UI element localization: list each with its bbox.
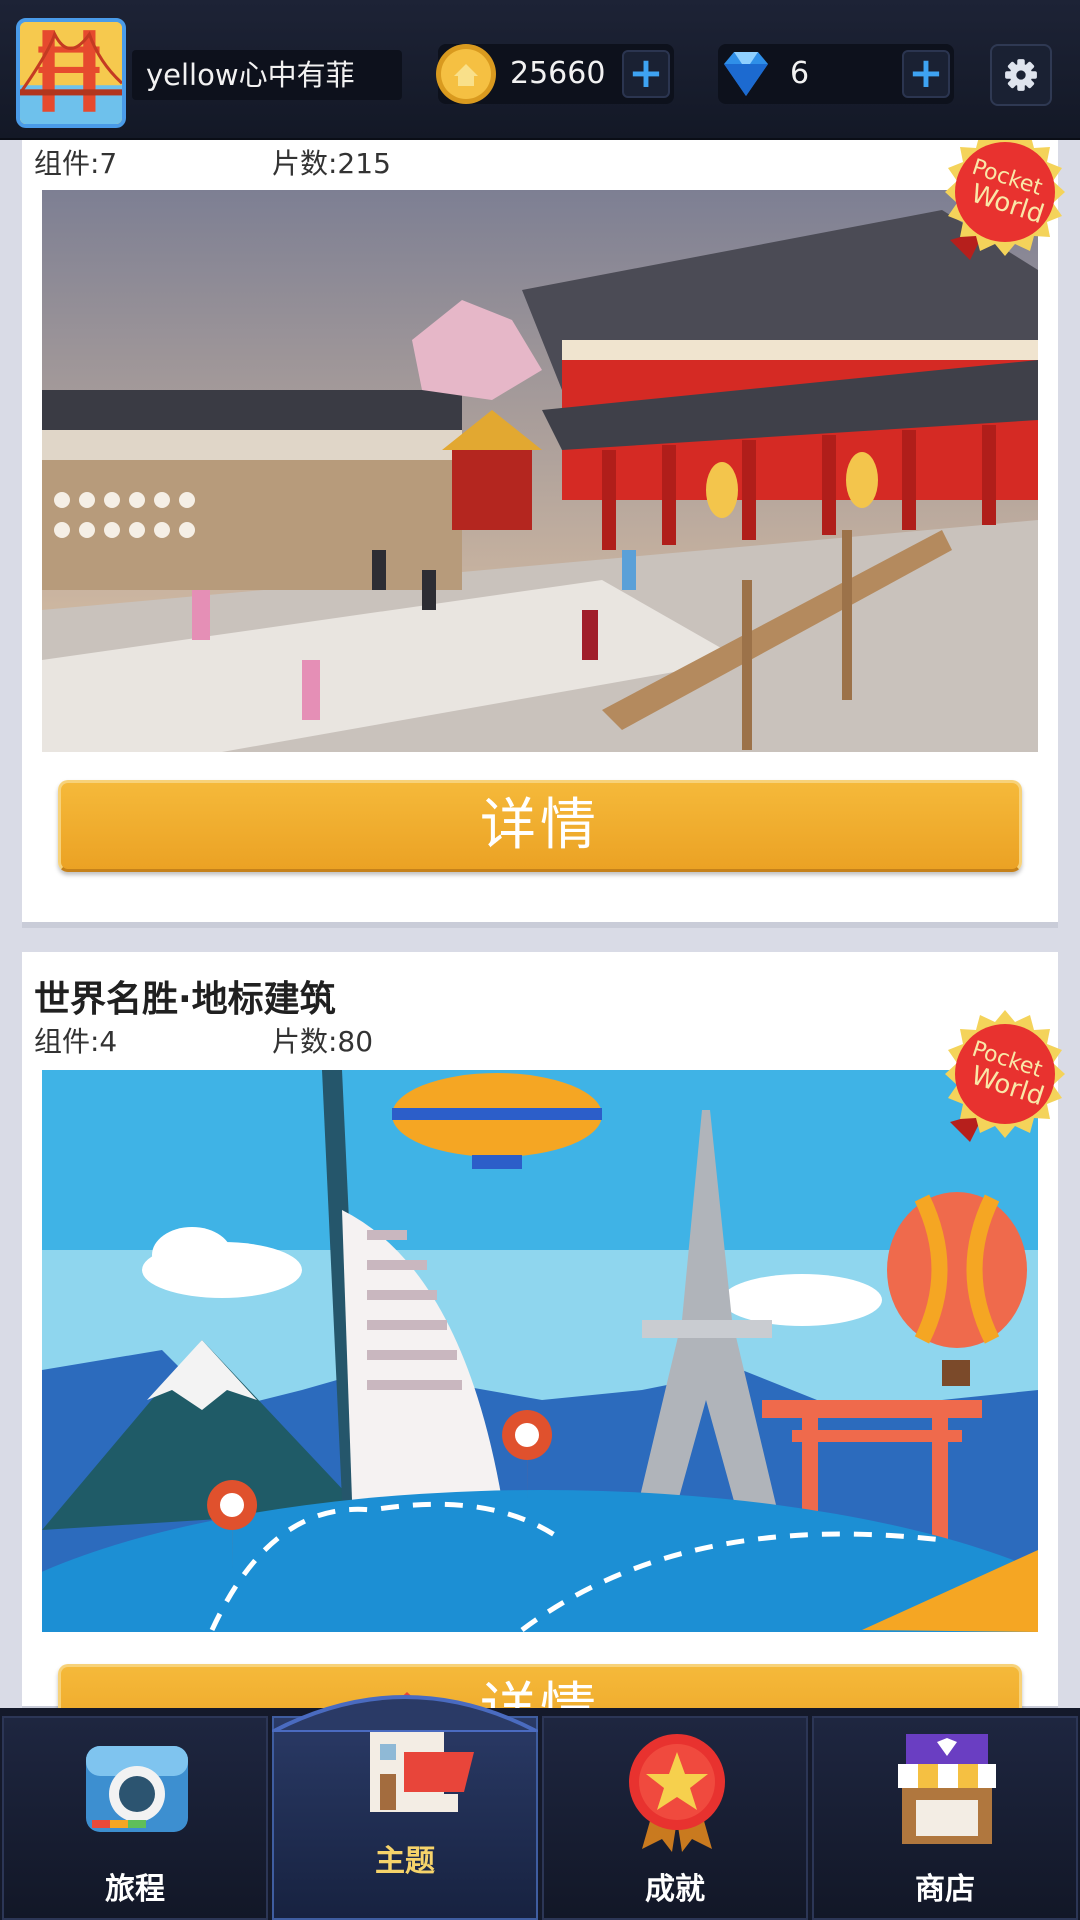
component-count: 组件:4 bbox=[34, 1025, 118, 1058]
nav-label: 商店 bbox=[915, 1872, 975, 1907]
gold-coin-icon bbox=[432, 40, 500, 108]
pocket-world-badge: Pocket World bbox=[930, 1002, 1080, 1152]
pocket-world-badge: Pocket World bbox=[930, 120, 1080, 270]
coin-amount: 25660 bbox=[510, 56, 606, 91]
diamond-icon bbox=[712, 40, 780, 108]
theme-preview-image[interactable] bbox=[42, 1070, 1038, 1632]
gear-icon bbox=[1005, 59, 1037, 91]
nav-label: 主题 bbox=[375, 1844, 435, 1879]
top-bar: yellow心中有菲 25660 + 6 + bbox=[0, 0, 1080, 140]
theme-preview-image[interactable] bbox=[42, 190, 1038, 752]
settings-button[interactable] bbox=[990, 44, 1052, 106]
username-label: yellow心中有菲 bbox=[132, 50, 402, 100]
avatar[interactable] bbox=[16, 18, 126, 128]
add-coins-button[interactable]: + bbox=[622, 50, 670, 98]
bottom-navigation: 旅程 主题 成就 商店 bbox=[0, 1692, 1080, 1920]
gem-amount: 6 bbox=[790, 56, 810, 91]
coin-counter: 25660 + bbox=[436, 44, 674, 104]
nav-tab-shop[interactable]: 商店 bbox=[812, 1716, 1078, 1920]
theme-title: 世界名胜·地标建筑 bbox=[34, 979, 336, 1020]
nav-tab-achievements[interactable]: 成就 bbox=[542, 1716, 808, 1920]
details-button[interactable]: 详情 bbox=[58, 780, 1022, 872]
golden-gate-icon bbox=[20, 22, 122, 124]
component-count: 组件:7 bbox=[34, 147, 118, 180]
nav-label: 成就 bbox=[645, 1872, 705, 1907]
camera-icon bbox=[72, 1724, 202, 1854]
theme-card: 组件:7 片数:215 Pocket World 详情 bbox=[22, 128, 1065, 928]
piece-count: 片数:215 bbox=[272, 147, 391, 180]
nav-tab-theme[interactable]: 主题 bbox=[272, 1692, 538, 1920]
nav-label: 旅程 bbox=[105, 1872, 165, 1907]
add-gems-button[interactable]: + bbox=[902, 50, 950, 98]
active-tab-arch bbox=[272, 1672, 538, 1732]
star-medal-icon bbox=[612, 1724, 742, 1854]
nav-tab-journey[interactable]: 旅程 bbox=[2, 1716, 268, 1920]
shop-icon bbox=[882, 1724, 1012, 1854]
theme-card: 世界名胜·地标建筑 组件:4 片数:80 Pocket World bbox=[22, 952, 1065, 1756]
gem-counter: 6 + bbox=[718, 44, 954, 104]
piece-count: 片数:80 bbox=[272, 1025, 374, 1058]
